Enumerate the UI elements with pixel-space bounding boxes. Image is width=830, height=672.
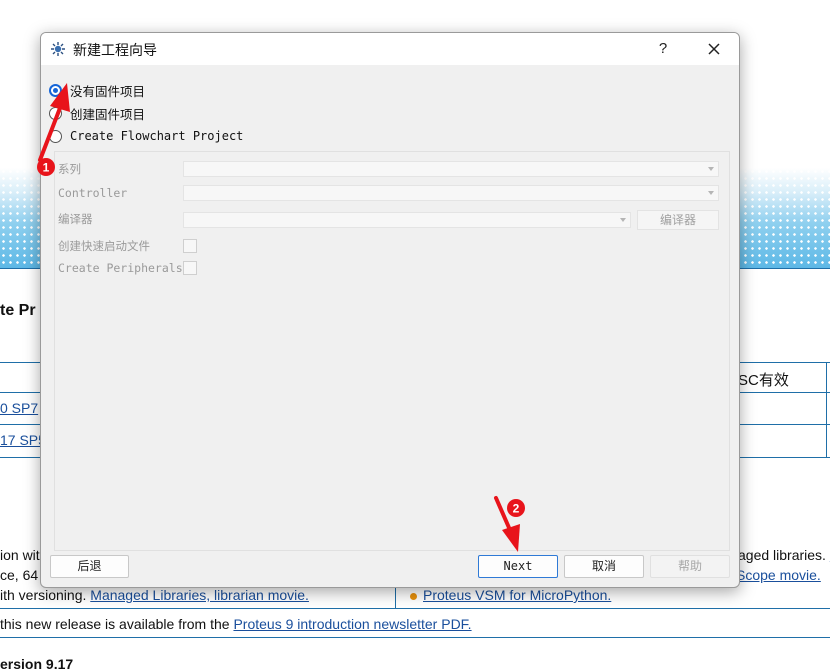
table-cell-text: Proteus VSM for MicroPython. bbox=[410, 587, 611, 603]
table-cell-text: ce, 64 bbox=[0, 567, 38, 583]
page-section-heading: te Pr bbox=[0, 302, 36, 320]
divider bbox=[0, 637, 830, 638]
chevron-down-icon bbox=[708, 167, 714, 171]
radio-button[interactable] bbox=[49, 84, 62, 97]
family-select[interactable] bbox=[183, 161, 719, 177]
divider bbox=[395, 586, 396, 608]
next-button[interactable]: Next bbox=[478, 555, 558, 578]
divider bbox=[826, 362, 827, 457]
feature-link[interactable]: Managed Libraries, librarian movie. bbox=[90, 587, 309, 603]
dialog-title: 新建工程向导 bbox=[73, 40, 157, 60]
app-icon bbox=[50, 41, 66, 57]
radio-button[interactable] bbox=[49, 130, 62, 143]
table-cell-text: this new release is available from the bbox=[0, 616, 233, 632]
feature-link[interactable]: Proteus VSM for MicroPython. bbox=[423, 587, 611, 603]
back-button[interactable]: 后退 bbox=[50, 555, 129, 578]
table-cell-text: SC有效 bbox=[738, 369, 789, 390]
controller-select[interactable] bbox=[183, 185, 719, 201]
help-button[interactable]: 帮助 bbox=[650, 555, 730, 578]
divider bbox=[0, 608, 830, 609]
chevron-down-icon bbox=[620, 218, 626, 222]
option-label: 创建固件项目 bbox=[70, 104, 145, 123]
compiler-select[interactable] bbox=[183, 212, 631, 228]
new-project-wizard-dialog: 新建工程向导 ? 没有固件项目 创建固件项目 Create Flowchart … bbox=[40, 32, 740, 588]
option-label: 没有固件项目 bbox=[70, 81, 145, 100]
table-cell-text: aged libraries. M bbox=[738, 547, 830, 563]
newsletter-link[interactable]: Proteus 9 introduction newsletter PDF. bbox=[233, 616, 471, 632]
quickstart-checkbox[interactable] bbox=[183, 239, 197, 253]
compiler-button[interactable]: 编译器 bbox=[637, 210, 719, 230]
bullet-icon bbox=[410, 593, 417, 600]
cancel-button[interactable]: 取消 bbox=[564, 555, 644, 578]
peripherals-label: Create Peripherals bbox=[58, 261, 183, 275]
help-icon[interactable]: ? bbox=[653, 39, 673, 59]
table-cell-text: ith versioning. bbox=[0, 587, 86, 603]
family-label: 系列 bbox=[58, 161, 81, 177]
chevron-down-icon bbox=[708, 191, 714, 195]
firmware-settings-group bbox=[54, 151, 730, 551]
compiler-label: 编译器 bbox=[58, 211, 93, 227]
controller-label: Controller bbox=[58, 186, 127, 200]
option-no-firmware[interactable]: 没有固件项目 bbox=[49, 81, 145, 99]
section-heading: ersion 9.17 bbox=[0, 656, 73, 672]
option-label: Create Flowchart Project bbox=[70, 129, 243, 143]
table-cell-text: this new release is available from the P… bbox=[0, 616, 472, 632]
quickstart-label: 创建快速启动文件 bbox=[58, 238, 150, 254]
option-create-firmware[interactable]: 创建固件项目 bbox=[49, 104, 145, 122]
option-create-flowchart[interactable]: Create Flowchart Project bbox=[49, 127, 243, 145]
radio-button[interactable] bbox=[49, 107, 62, 120]
table-cell-text: ith versioning. Managed Libraries, libra… bbox=[0, 587, 309, 603]
dialog-titlebar: 新建工程向导 ? bbox=[41, 33, 739, 65]
version-link[interactable]: 0 SP7 bbox=[0, 400, 38, 416]
close-icon[interactable] bbox=[703, 38, 725, 60]
peripherals-checkbox[interactable] bbox=[183, 261, 197, 275]
table-cell-text: aged libraries. bbox=[738, 547, 826, 563]
feature-link[interactable]: Scope movie. bbox=[736, 567, 821, 583]
table-cell-text: ion wit bbox=[0, 547, 40, 563]
